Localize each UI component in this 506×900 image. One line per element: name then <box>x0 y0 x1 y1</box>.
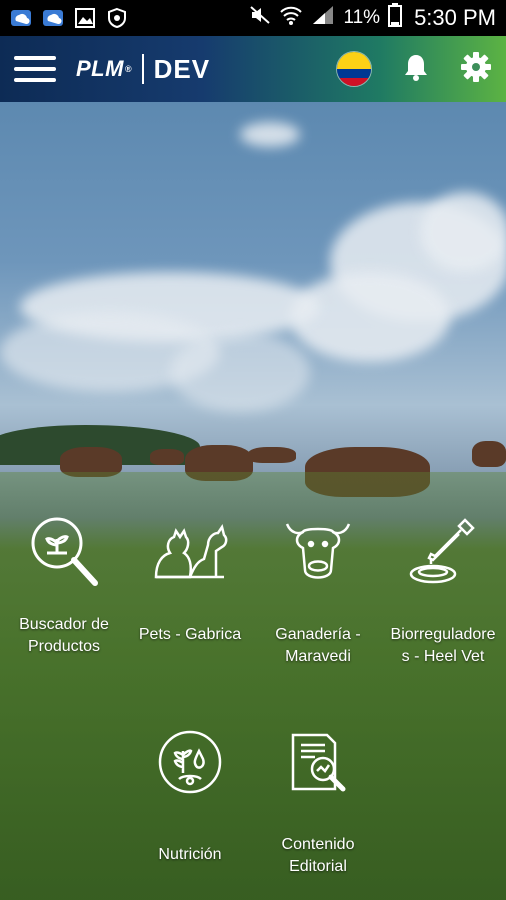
background-photo <box>0 102 506 900</box>
battery-icon <box>388 3 403 33</box>
gear-icon[interactable] <box>460 51 492 88</box>
brand-name: PLM <box>76 56 124 81</box>
tile-pets-gabrica[interactable]: Pets - Gabrica <box>130 510 250 646</box>
dropper-icon <box>403 510 483 590</box>
colombia-flag-icon[interactable] <box>336 51 372 87</box>
battery-percent: 11% <box>343 7 381 28</box>
tile-contenido-editorial[interactable]: Contenido Editorial <box>262 722 374 878</box>
tile-label: Nutrición <box>158 846 222 863</box>
signal-icon <box>311 4 335 32</box>
cattle-icon <box>278 510 358 590</box>
tile-label: Contenido Editorial <box>281 836 355 875</box>
image-icon <box>74 7 96 29</box>
status-bar: 11% 5:30 PM <box>0 0 506 36</box>
app-bar: PLM ® DEV <box>0 36 506 102</box>
notification-icons <box>10 7 128 29</box>
brand-divider <box>141 54 144 84</box>
pets-icon <box>150 510 230 590</box>
tile-label: Ganadería - Maravedi <box>275 626 361 665</box>
system-status: 11% 5:30 PM <box>249 3 496 33</box>
brand-logo: PLM ® DEV <box>76 54 210 85</box>
tile-biorreguladores-heel-vet[interactable]: Biorreguladore s - Heel Vet <box>382 510 504 668</box>
editorial-icon <box>278 722 358 802</box>
tile-buscador-productos[interactable]: Buscador de Productos <box>8 510 120 658</box>
cloud-upload-icon <box>42 7 64 29</box>
clock: 5:30 PM <box>414 5 496 30</box>
tile-label: Biorreguladore s - Heel Vet <box>390 626 496 665</box>
cloud-sync-icon <box>10 7 32 29</box>
tile-ganaderia-maravedi[interactable]: Ganadería - Maravedi <box>262 510 374 668</box>
search-products-icon <box>24 510 104 590</box>
mute-icon <box>249 4 271 32</box>
tile-label: Buscador de Productos <box>19 616 109 655</box>
wifi-icon <box>279 4 303 32</box>
tile-label: Pets - Gabrica <box>138 626 242 643</box>
tile-nutricion[interactable]: Nutrición <box>134 722 246 866</box>
hamburger-menu-icon[interactable] <box>14 49 56 89</box>
shield-icon <box>106 7 128 29</box>
bell-icon[interactable] <box>402 52 430 87</box>
registered-mark: ® <box>124 64 132 74</box>
nutrition-icon <box>150 722 230 802</box>
environment-label: DEV <box>153 53 211 84</box>
